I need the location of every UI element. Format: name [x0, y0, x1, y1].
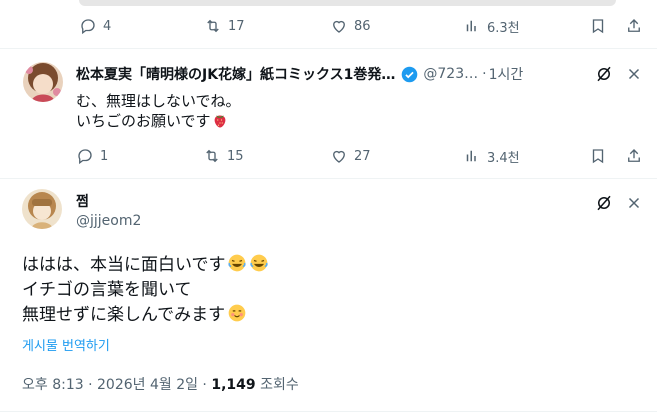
text-line: イチゴの言葉を聞いて [22, 280, 192, 300]
strawberry-emoji [214, 115, 225, 128]
handle[interactable]: @723… [423, 66, 478, 82]
main-tweet-header: 쩜 [76, 191, 89, 211]
retweet-icon [206, 149, 218, 163]
grok-icon [597, 195, 611, 211]
like-button[interactable]: 27 [330, 147, 371, 165]
timestamp-text[interactable]: 오후 8:13 · 2026년 4월 2일 · [22, 377, 211, 393]
previous-media-card[interactable] [79, 0, 616, 6]
avatar[interactable] [23, 62, 63, 102]
text-line: む、無理はしないでね。 [76, 92, 241, 110]
translate-post-link[interactable]: 게시물 번역하기 [22, 335, 110, 354]
retweet-count: 17 [228, 18, 245, 34]
separator: · [482, 66, 487, 82]
more-button[interactable] [625, 65, 643, 83]
text-line-with-emoji: ははは、本当に面白いです [22, 253, 269, 278]
like-count: 86 [354, 18, 371, 34]
like-icon [333, 150, 345, 163]
divider [0, 411, 657, 412]
view-count: 1,149 [211, 377, 256, 393]
reply-button[interactable]: 4 [79, 17, 111, 35]
views-button[interactable]: 3.4천 [463, 147, 520, 166]
handle[interactable]: @jjjeom2 [76, 213, 141, 229]
reply-tweet-action-bar: 1 15 27 3.4천 [76, 146, 640, 166]
bookmark-button[interactable] [589, 17, 607, 35]
main-tweet-text: ははは、本当に面白いです イチゴの言葉を聞いて 無理せずに楽しんでみます [22, 253, 269, 328]
text-line-with-emoji: いちごのお願いです [76, 111, 241, 131]
bookmark-icon [592, 19, 604, 34]
reply-count: 4 [103, 18, 112, 34]
like-count: 27 [354, 148, 371, 164]
top-tweet-action-bar: 4 17 86 6.3천 [79, 16, 640, 36]
post-time[interactable]: 1시간 [489, 64, 524, 84]
share-button[interactable] [625, 17, 643, 35]
reply-icon [78, 149, 92, 165]
more-icon [628, 197, 640, 209]
display-name[interactable]: 쩜 [76, 191, 89, 211]
more-icon [628, 68, 640, 80]
grok-button[interactable] [595, 65, 613, 83]
retweet-button[interactable]: 15 [203, 147, 244, 165]
share-icon [628, 149, 640, 162]
laughing-emoji [227, 254, 246, 272]
views-icon [466, 150, 476, 162]
grok-button[interactable] [595, 194, 613, 212]
view-label: 조회수 [255, 377, 299, 393]
reply-tweet-text: む、無理はしないでね。 いちごのお願いです [76, 91, 241, 131]
divider [0, 178, 657, 179]
text-line: ははは、本当に面白いです [22, 255, 226, 275]
views-count: 3.4천 [487, 150, 520, 166]
display-name[interactable]: 松本夏実「晴明様のJK花嫁」紙コミックス1巻発… [76, 64, 395, 84]
bookmark-icon [592, 149, 604, 164]
reply-button[interactable]: 1 [76, 147, 108, 165]
views-button[interactable]: 6.3천 [463, 17, 520, 36]
retweet-count: 15 [227, 148, 244, 164]
verified-badge-icon [402, 66, 418, 82]
reply-icon [81, 19, 95, 35]
views-count: 6.3천 [487, 20, 520, 36]
like-button[interactable]: 86 [330, 17, 371, 35]
post-timestamp: 오후 8:13 · 2026년 4월 2일 · 1,149 조회수 [22, 374, 299, 394]
grok-icon [597, 66, 611, 82]
handle-row: @jjjeom2 [76, 213, 141, 229]
bookmark-button[interactable] [589, 147, 607, 165]
retweet-button[interactable]: 17 [204, 17, 245, 35]
share-button[interactable] [625, 147, 643, 165]
divider [0, 48, 657, 49]
views-icon [466, 20, 476, 32]
more-button[interactable] [625, 194, 643, 212]
retweet-icon [207, 19, 219, 33]
smiling-emoji [228, 304, 246, 322]
avatar[interactable] [22, 189, 62, 229]
share-icon [628, 19, 640, 32]
like-icon [333, 20, 345, 33]
text-line: 無理せずに楽しんでみます [22, 305, 226, 325]
text-line: いちごのお願いです [76, 112, 211, 130]
reply-tweet-header: 松本夏実「晴明様のJK花嫁」紙コミックス1巻発… @723… · 1시간 [76, 64, 523, 84]
reply-count: 1 [100, 148, 109, 164]
laughing-emoji [249, 254, 268, 272]
text-line-with-emoji: 無理せずに楽しんでみます [22, 303, 269, 328]
